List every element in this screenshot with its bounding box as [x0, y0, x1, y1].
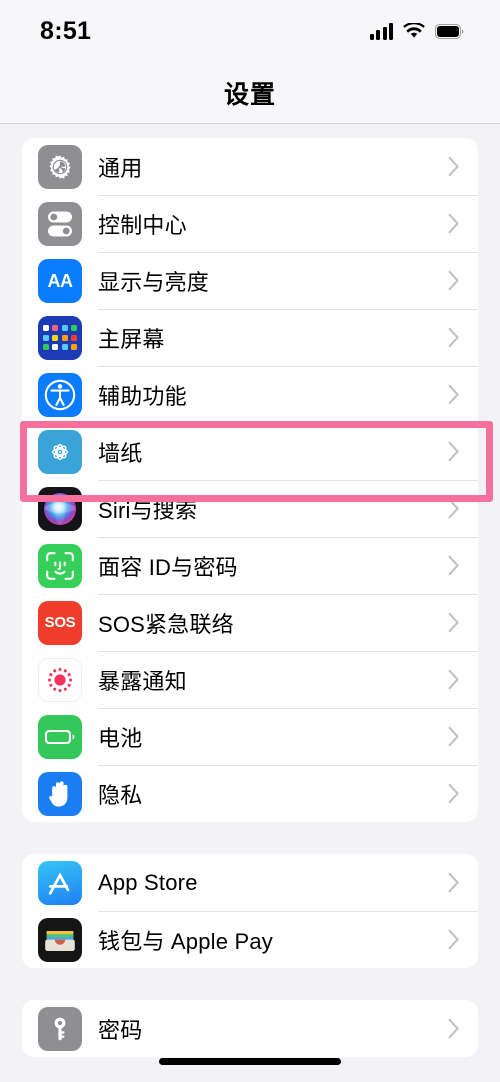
settings-row[interactable]: 主屏幕 — [22, 309, 478, 366]
chevron-right-icon — [448, 270, 460, 291]
gear-icon — [38, 144, 82, 189]
settings-row-label: 墙纸 — [98, 440, 143, 466]
cellular-signal-icon — [369, 22, 393, 40]
chevron-right-icon — [448, 783, 460, 804]
settings-row-label: 主屏幕 — [98, 326, 165, 352]
settings-row-label: App Store — [98, 869, 198, 895]
settings-group-passwords: 密码 — [22, 1000, 478, 1057]
settings-row-label: 隐私 — [98, 782, 143, 808]
chevron-right-icon — [448, 441, 460, 462]
settings-row[interactable]: 密码 — [22, 1000, 478, 1057]
settings-row-label: 暴露通知 — [98, 668, 187, 694]
settings-row-label: 钱包与 Apple Pay — [98, 928, 274, 954]
chevron-right-icon — [448, 555, 460, 576]
settings-row[interactable]: SOS SOS紧急联络 — [22, 594, 478, 651]
settings-scroll-view[interactable]: 通用控制中心 AA 显示与亮度主屏幕辅助功能墙纸 Siri与搜索面容 ID与密码 SOS… — [0, 125, 500, 1082]
home-screen-grid-icon — [38, 315, 82, 360]
wifi-icon — [403, 22, 425, 38]
settings-row-label: 显示与亮度 — [98, 269, 210, 295]
settings-row-label: SOS紧急联络 — [98, 611, 234, 637]
settings-row[interactable]: 隐私 — [22, 765, 478, 822]
settings-row-label: 密码 — [98, 1017, 143, 1043]
settings-row[interactable]: 电池 — [22, 708, 478, 765]
chevron-right-icon — [448, 213, 460, 234]
chevron-right-icon — [448, 612, 460, 633]
toggles-icon — [38, 201, 82, 246]
settings-row-label: 辅助功能 — [98, 383, 187, 409]
sos-icon: SOS — [38, 600, 82, 645]
settings-row[interactable]: 暴露通知 — [22, 651, 478, 708]
settings-row[interactable]: 墙纸 — [22, 423, 478, 480]
chevron-right-icon — [448, 1018, 460, 1039]
exposure-dots-icon — [38, 657, 82, 702]
settings-row[interactable]: App Store — [22, 854, 478, 911]
settings-row[interactable]: 辅助功能 — [22, 366, 478, 423]
status-bar-indicators — [369, 22, 465, 40]
aa-text-size-icon: AA — [38, 258, 82, 303]
chevron-right-icon — [448, 726, 460, 747]
chevron-right-icon — [448, 872, 460, 893]
settings-row-label: 面容 ID与密码 — [98, 554, 238, 580]
face-id-icon — [38, 543, 82, 588]
status-bar: 8:51 — [0, 0, 500, 62]
page-title: 设置 — [223, 80, 276, 109]
settings-row-label: 电池 — [98, 725, 143, 751]
battery-full-icon — [435, 23, 464, 39]
chevron-right-icon — [448, 669, 460, 690]
chevron-right-icon — [448, 384, 460, 405]
settings-group-system: 通用控制中心 AA 显示与亮度主屏幕辅助功能墙纸 Siri与搜索面容 ID与密码 SOS… — [22, 138, 478, 822]
siri-orb-icon — [38, 486, 82, 531]
wallpaper-flower-icon — [38, 429, 82, 474]
settings-group-store: App Store 钱包与 Apple Pay — [22, 854, 478, 968]
key-icon — [38, 1006, 82, 1051]
settings-row-label: 通用 — [98, 155, 143, 181]
settings-row[interactable]: AA 显示与亮度 — [22, 252, 478, 309]
chevron-right-icon — [448, 156, 460, 177]
status-bar-time: 8:51 — [40, 16, 92, 45]
accessibility-icon — [38, 372, 82, 417]
settings-row[interactable]: 控制中心 — [22, 195, 478, 252]
battery-icon — [38, 714, 82, 759]
hand-privacy-icon — [38, 771, 82, 816]
app-store-icon — [38, 860, 82, 905]
chevron-right-icon — [448, 327, 460, 348]
settings-row[interactable]: 钱包与 Apple Pay — [22, 911, 478, 968]
settings-row[interactable]: Siri与搜索 — [22, 480, 478, 537]
settings-row-label: 控制中心 — [98, 212, 187, 238]
chevron-right-icon — [448, 929, 460, 950]
home-indicator-bar[interactable] — [159, 1058, 341, 1065]
settings-row-label: Siri与搜索 — [98, 497, 198, 523]
settings-row[interactable]: 通用 — [22, 138, 478, 195]
chevron-right-icon — [448, 498, 460, 519]
settings-row[interactable]: 面容 ID与密码 — [22, 537, 478, 594]
navigation-bar: 设置 — [0, 62, 500, 124]
wallet-icon — [38, 917, 82, 962]
